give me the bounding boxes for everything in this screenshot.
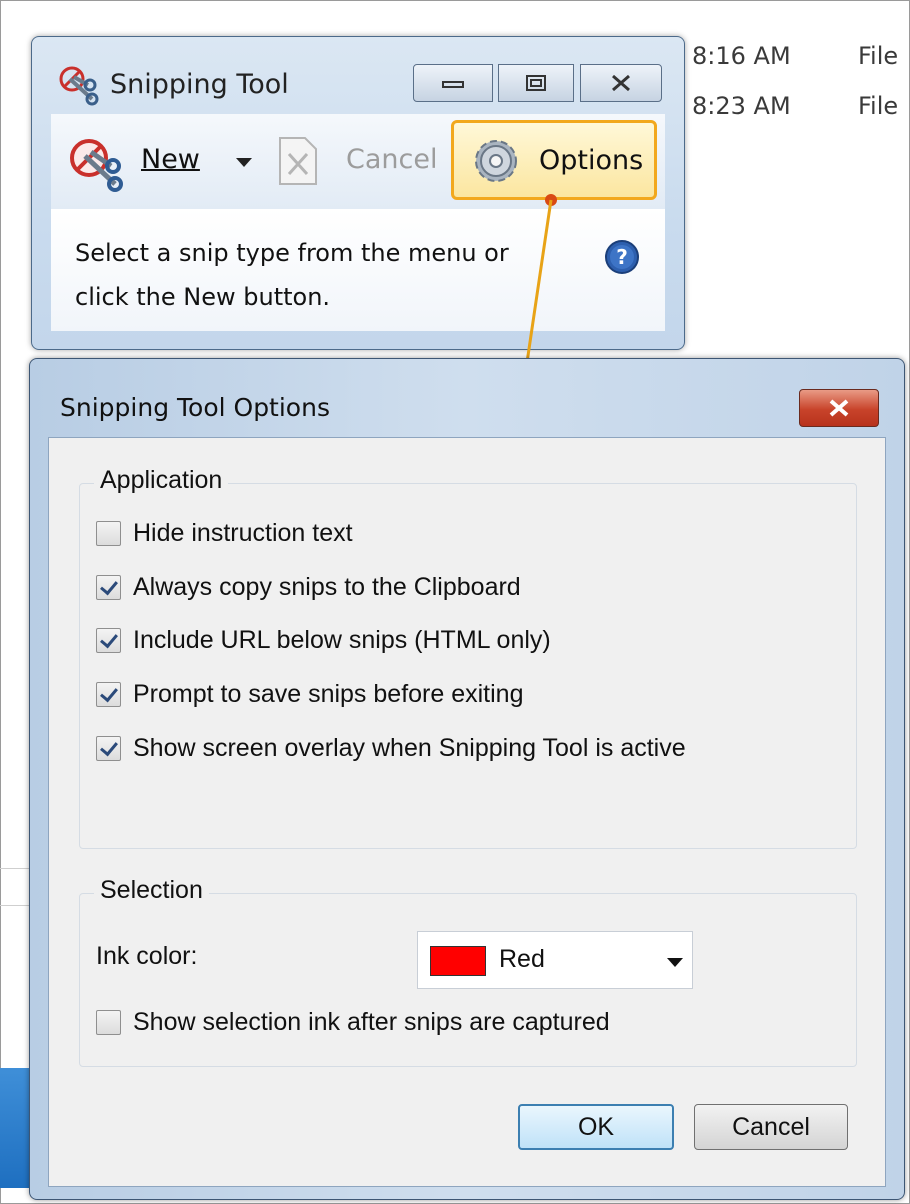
bg-row-time: 8:16 AM [692,42,791,70]
help-icon[interactable]: ? [604,239,640,275]
bg-divider [0,868,30,869]
cancel-document-icon [279,137,317,185]
bg-row-type: File [858,92,899,120]
options-label: Options [539,145,644,176]
minimize-icon [442,81,464,88]
window-title: Snipping Tool [110,69,289,100]
cancel-button[interactable]: Cancel [694,1104,848,1150]
bg-row-type: File [858,42,899,70]
snipping-tool-window: Snipping Tool New Cancel Options Select … [31,36,685,350]
maximize-button[interactable] [498,64,574,102]
checkbox[interactable] [96,574,121,600]
option-label: Include URL below snips (HTML only) [133,625,551,654]
checkbox[interactable] [96,1009,121,1035]
option-always-copy[interactable]: Always copy snips to the Clipboard [96,571,521,603]
option-label: Always copy snips to the Clipboard [133,572,521,601]
gear-icon [475,140,517,182]
option-screen-overlay[interactable]: Show screen overlay when Snipping Tool i… [96,732,686,764]
dialog-title: Snipping Tool Options [60,393,330,422]
checkbox[interactable] [96,681,121,707]
checkbox[interactable] [96,735,121,761]
close-icon [612,74,630,92]
ok-button[interactable]: OK [518,1104,674,1150]
close-icon [829,399,849,417]
maximize-icon [526,75,546,91]
chevron-down-icon [667,958,683,967]
dialog-close-button[interactable] [799,389,879,427]
minimize-button[interactable] [413,64,493,102]
option-label: Prompt to save snips before exiting [133,679,524,708]
cancel-button[interactable]: Cancel [346,144,437,175]
bg-taskbar [0,1068,30,1188]
ink-color-swatch [430,946,486,976]
options-dialog: Snipping Tool Options Application Hide i… [29,358,905,1200]
new-dropdown-arrow[interactable] [236,158,252,167]
bg-row-time: 8:23 AM [692,92,791,120]
group-label: Selection [94,876,209,905]
option-label: Show selection ink after snips are captu… [133,1007,610,1036]
svg-text:?: ? [616,245,628,269]
ink-color-select[interactable]: Red [417,931,693,989]
option-include-url[interactable]: Include URL below snips (HTML only) [96,624,551,656]
ink-color-value: Red [499,945,545,973]
close-button[interactable] [580,64,662,102]
application-group: Application Hide instruction text Always… [79,466,857,849]
new-button[interactable]: New [141,144,200,175]
checkbox[interactable] [96,627,121,653]
option-show-selection-ink[interactable]: Show selection ink after snips are captu… [96,1006,610,1038]
instruction-text: Select a snip type from the menu or clic… [75,239,509,311]
selection-group: Selection Ink color: Red Show selection … [79,876,857,1067]
options-button[interactable]: Options [451,120,657,200]
group-label: Application [94,466,229,495]
option-label: Show screen overlay when Snipping Tool i… [133,733,686,762]
option-hide-instruction-text[interactable]: Hide instruction text [96,517,353,549]
ink-color-label: Ink color: [96,942,198,970]
bg-divider [0,905,30,906]
checkbox[interactable] [96,520,121,546]
option-label: Hide instruction text [133,518,353,547]
new-snip-icon [70,139,123,192]
dialog-body: Application Hide instruction text Always… [48,437,886,1187]
option-prompt-save[interactable]: Prompt to save snips before exiting [96,678,523,710]
scissors-icon [59,66,99,106]
